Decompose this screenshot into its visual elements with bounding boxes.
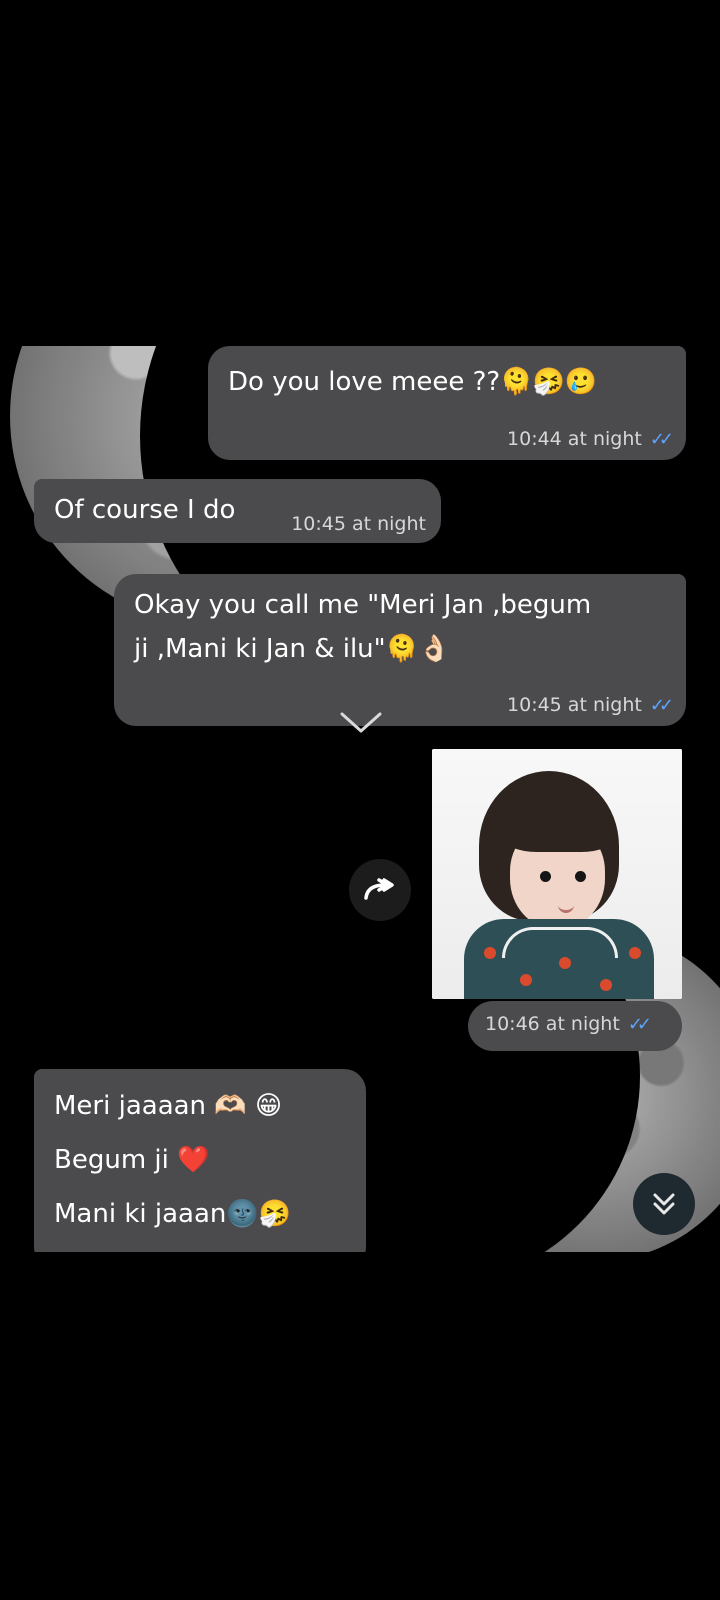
child-bangs [504, 807, 614, 852]
message-bubble-outgoing-1[interactable]: Do you love meee ??🫠🤧🥲 10:44 at night ✓✓ [208, 346, 686, 460]
bottom-empty-space [0, 1252, 720, 1600]
shirt-dot [629, 947, 641, 959]
message-time: 10:45 at night [507, 694, 642, 716]
child-collar [502, 927, 618, 958]
chevron-down-icon [340, 712, 382, 733]
message-bubble-incoming-2[interactable]: Meri jaaaan 🫶🏻 😁 Begum ji ❤️ Mani ki jaa… [34, 1069, 366, 1252]
double-check-icon: ✓✓ [627, 1013, 652, 1035]
message-meta: 10:45 at night ✓✓ [507, 694, 674, 716]
shirt-dot [559, 957, 571, 969]
double-chevron-down-icon [653, 1193, 675, 1215]
image-time-pill: 10:46 at night ✓✓ [468, 1001, 682, 1051]
message-text: Okay you call me "Meri Jan ,begum ji ,Ma… [134, 590, 592, 664]
chat-area: Do you love meee ??🫠🤧🥲 10:44 at night ✓✓… [0, 346, 720, 1252]
message-meta: 10:44 at night ✓✓ [507, 428, 674, 450]
scroll-to-bottom-button[interactable] [633, 1173, 695, 1235]
child-left-eye [540, 871, 551, 882]
shirt-dot [600, 979, 612, 991]
forward-button[interactable] [349, 859, 411, 921]
forward-icon [364, 878, 394, 900]
shirt-dot [484, 947, 496, 959]
double-check-icon: ✓✓ [649, 694, 674, 716]
message-time: 10:46 at night [485, 1013, 620, 1035]
child-right-eye [575, 871, 586, 882]
message-meta: 10:45 at night [291, 513, 426, 535]
message-meta: 10:46 at night ✓✓ [485, 1013, 652, 1035]
message-bubble-incoming-1[interactable]: Of course I do 10:45 at night [34, 479, 441, 543]
message-bubble-outgoing-2[interactable]: Okay you call me "Meri Jan ,begum ji ,Ma… [114, 574, 686, 726]
double-check-icon: ✓✓ [649, 428, 674, 450]
image-message[interactable] [432, 749, 682, 999]
message-text: Meri jaaaan 🫶🏻 😁 Begum ji ❤️ Mani ki jaa… [54, 1091, 292, 1229]
message-text: Of course I do [54, 495, 236, 525]
shirt-dot [520, 974, 532, 986]
message-text: Do you love meee ??🫠🤧🥲 [228, 367, 598, 397]
message-time: 10:45 at night [291, 513, 426, 535]
message-time: 10:44 at night [507, 428, 642, 450]
